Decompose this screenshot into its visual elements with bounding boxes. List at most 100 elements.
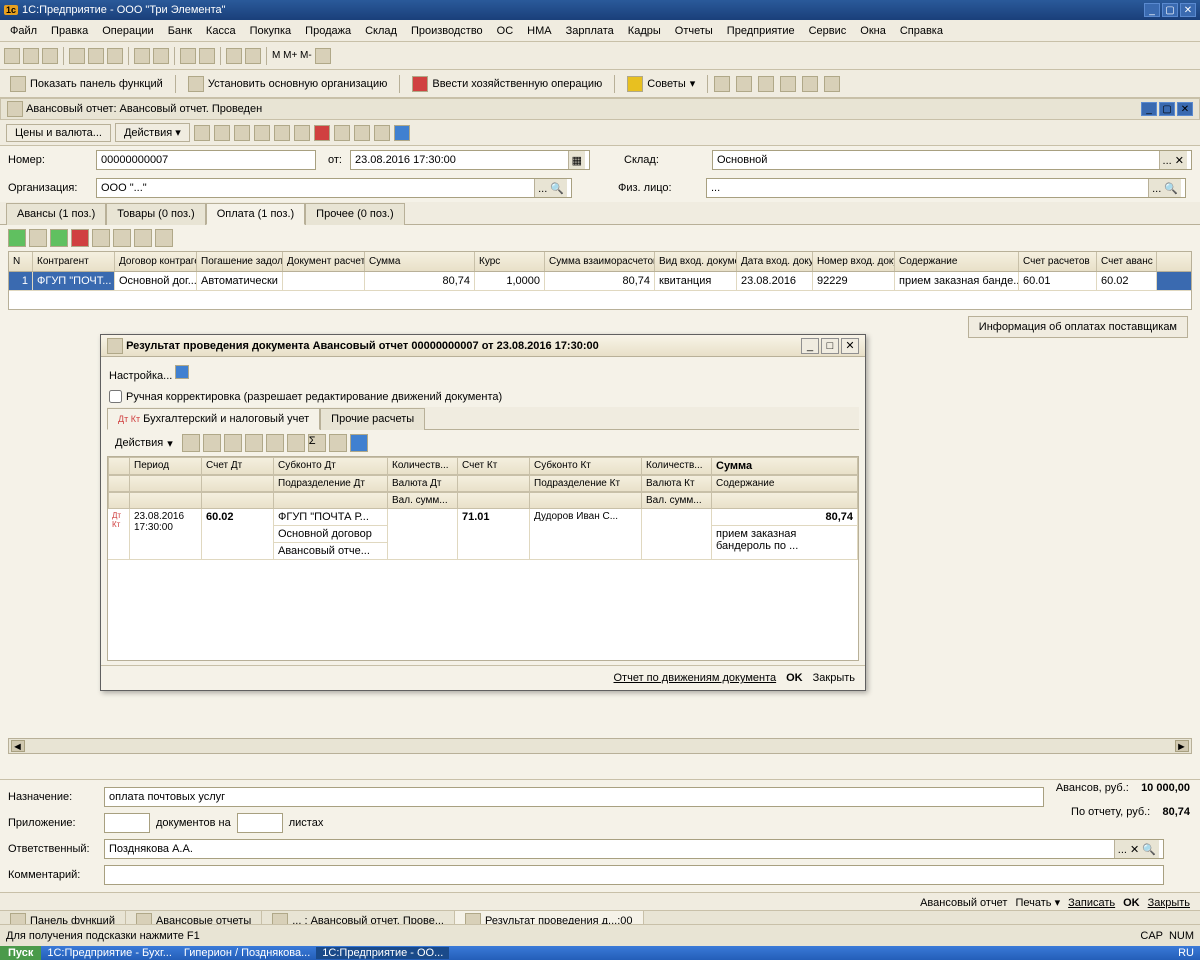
help-small-icon[interactable]: [175, 365, 189, 379]
tb-copy-icon[interactable]: [254, 125, 270, 141]
d-delete-icon[interactable]: [245, 434, 263, 452]
d-sum-icon[interactable]: Σ: [308, 434, 326, 452]
sgh-subkt[interactable]: Субконто Кт: [530, 457, 642, 475]
tb-add-icon[interactable]: [194, 125, 210, 141]
lang-indicator[interactable]: RU: [1172, 947, 1200, 959]
grid-row-1[interactable]: 1 ФГУП "ПОЧТ... Основной дог... Автомати…: [9, 272, 1191, 291]
dialog-tab-accounting[interactable]: Дт Кт Бухгалтерский и налоговый учет: [107, 408, 320, 430]
dialog-close[interactable]: ✕: [841, 338, 859, 354]
gh-docr[interactable]: Документ расчетов: [283, 252, 365, 271]
set-org-button[interactable]: Установить основную организацию: [182, 74, 394, 94]
tb-post-icon[interactable]: [234, 125, 250, 141]
minimize-button[interactable]: _: [1144, 3, 1160, 17]
enter-op-button[interactable]: Ввести хозяйственную операцию: [406, 74, 608, 94]
doc-close[interactable]: ✕: [1177, 102, 1193, 116]
cut-icon[interactable]: [69, 48, 85, 64]
grid-up-icon[interactable]: [92, 229, 110, 247]
print-icon[interactable]: [134, 48, 150, 64]
gh-vid[interactable]: Вид вход. документа: [655, 252, 737, 271]
dialog-minimize[interactable]: _: [801, 338, 819, 354]
tab-goods[interactable]: Товары (0 поз.): [106, 203, 205, 225]
paste-icon[interactable]: [107, 48, 123, 64]
menu-file[interactable]: Файл: [4, 23, 43, 39]
menu-purchase[interactable]: Покупка: [244, 23, 298, 39]
advice-button[interactable]: Советы ▾: [621, 74, 701, 94]
menu-service[interactable]: Сервис: [803, 23, 853, 39]
posting-row[interactable]: ДтКт 23.08.2016 17:30:00 60.02 ФГУП "ПОЧ…: [108, 509, 858, 560]
redo-icon[interactable]: [199, 48, 215, 64]
sgh-dt[interactable]: Счет Дт: [202, 457, 274, 475]
report-button[interactable]: Авансовый отчет: [920, 897, 1007, 909]
gh-nin[interactable]: Номер вход. документа: [813, 252, 895, 271]
org-select-button[interactable]: ... 🔍: [534, 179, 567, 197]
dialog-ok-button[interactable]: OK: [786, 672, 803, 684]
tb-dtkt-icon[interactable]: [314, 125, 330, 141]
gh-pogash[interactable]: Погашение задолженности: [197, 252, 283, 271]
menu-salary[interactable]: Зарплата: [560, 23, 620, 39]
tab-payment[interactable]: Оплата (1 поз.): [206, 203, 305, 225]
save-icon[interactable]: [42, 48, 58, 64]
gh-contract[interactable]: Договор контрагента: [115, 252, 197, 271]
grid-down-icon[interactable]: [113, 229, 131, 247]
warehouse-input[interactable]: Основной... ✕: [712, 150, 1192, 170]
date-picker-button[interactable]: ▦: [568, 151, 585, 169]
t2-icon-6[interactable]: [824, 76, 840, 92]
report-movements-link[interactable]: Отчет по движениям документа: [614, 672, 777, 684]
dialog-maximize[interactable]: □: [821, 338, 839, 354]
d-edit-icon[interactable]: [224, 434, 242, 452]
scroll-left[interactable]: ◄: [11, 740, 25, 752]
taskbar-item-1[interactable]: 1С:Предприятие - Бухг...: [41, 947, 178, 959]
maximize-button[interactable]: ▢: [1162, 3, 1178, 17]
find-icon[interactable]: [153, 48, 169, 64]
horizontal-scrollbar[interactable]: ◄ ►: [8, 738, 1192, 754]
menu-help[interactable]: Справка: [894, 23, 949, 39]
dialog-tab-other[interactable]: Прочие расчеты: [320, 408, 425, 430]
gh-cont[interactable]: Содержание: [895, 252, 1019, 271]
show-panel-button[interactable]: Показать панель функций: [4, 74, 169, 94]
d-down-icon[interactable]: [287, 434, 305, 452]
d-help-icon[interactable]: [350, 434, 368, 452]
taskbar-item-2[interactable]: Гиперион / Позднякова...: [178, 947, 316, 959]
doc-minimize[interactable]: _: [1141, 102, 1157, 116]
t2-icon-2[interactable]: [736, 76, 752, 92]
payment-grid[interactable]: N Контрагент Договор контрагента Погашен…: [8, 251, 1192, 310]
undo-icon[interactable]: [180, 48, 196, 64]
t2-icon-3[interactable]: [758, 76, 774, 92]
close-doc-button[interactable]: Закрыть: [1148, 897, 1190, 909]
actions-dropdown[interactable]: Действия ▾: [115, 123, 190, 142]
gh-acc[interactable]: Счет расчетов: [1019, 252, 1097, 271]
sgh-subdt[interactable]: Субконто Дт: [274, 457, 388, 475]
tab-advances[interactable]: Авансы (1 поз.): [6, 203, 106, 225]
settings-link[interactable]: Настройка...: [109, 370, 172, 382]
fiz-select-button[interactable]: ... 🔍: [1148, 179, 1181, 197]
tb-movements-icon[interactable]: [274, 125, 290, 141]
tab-other[interactable]: Прочее (0 поз.): [305, 203, 404, 225]
manual-edit-checkbox[interactable]: [109, 390, 122, 403]
gh-n[interactable]: N: [9, 252, 33, 271]
grid-sort-desc-icon[interactable]: [155, 229, 173, 247]
responsible-select[interactable]: ... ✕ 🔍: [1114, 840, 1159, 858]
menu-staff[interactable]: Кадры: [622, 23, 667, 39]
sgh-kt[interactable]: Счет Кт: [458, 457, 530, 475]
close-button[interactable]: ✕: [1180, 3, 1196, 17]
tb-settings-icon[interactable]: [374, 125, 390, 141]
open-icon[interactable]: [23, 48, 39, 64]
d-refresh-icon[interactable]: [329, 434, 347, 452]
gh-sumvz[interactable]: Сумма взаиморасчетов: [545, 252, 655, 271]
fiz-input[interactable]: ...... 🔍: [706, 178, 1186, 198]
gh-contragent[interactable]: Контрагент: [33, 252, 115, 271]
warehouse-select-button[interactable]: ... ✕: [1159, 151, 1187, 169]
print-button[interactable]: Печать ▾: [1015, 896, 1060, 909]
tb-list-icon[interactable]: [354, 125, 370, 141]
start-button[interactable]: Пуск: [0, 946, 41, 960]
sgh-qty-kt[interactable]: Количеств...: [642, 457, 712, 475]
sgh-qty-dt[interactable]: Количеств...: [388, 457, 458, 475]
menu-reports[interactable]: Отчеты: [669, 23, 719, 39]
scroll-right[interactable]: ►: [1175, 740, 1189, 752]
t2-icon-5[interactable]: [802, 76, 818, 92]
info-payments-button[interactable]: Информация об оплатах поставщикам: [968, 316, 1188, 338]
purpose-input[interactable]: оплата почтовых услуг: [104, 787, 1044, 807]
tb-help-icon[interactable]: [394, 125, 410, 141]
gh-rate[interactable]: Курс: [475, 252, 545, 271]
doc-maximize[interactable]: ▢: [1159, 102, 1175, 116]
